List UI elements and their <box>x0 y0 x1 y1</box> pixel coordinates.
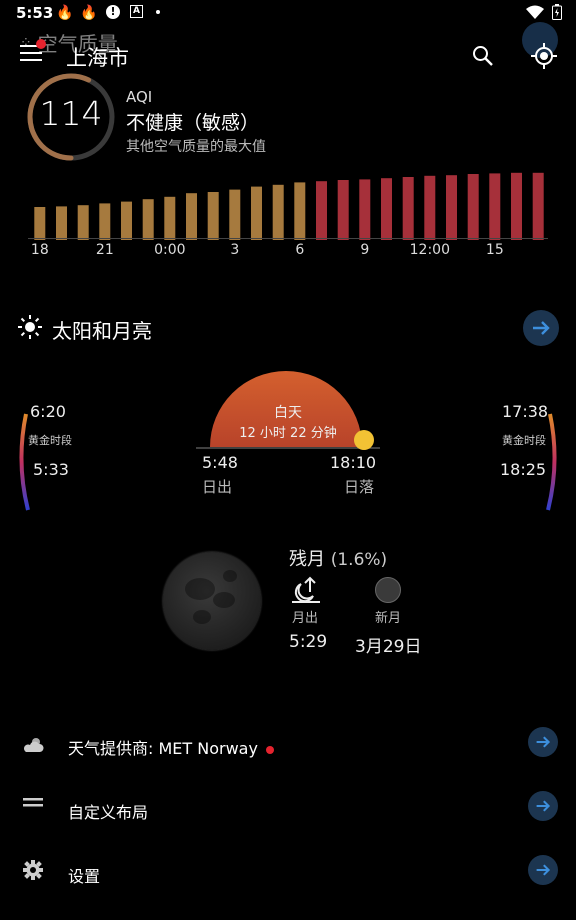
aqi-tick-label: 21 <box>95 242 114 258</box>
new-moon-icon <box>375 577 401 603</box>
settings-gear-icon <box>23 860 43 880</box>
aqi-bar <box>359 179 371 240</box>
settings-arrow[interactable] <box>528 855 558 885</box>
provider-alert-dot <box>265 745 274 754</box>
sun-panel: 6:20 黄金时段 5:33 17:38 黄金时段 18:25 白天 12 小时… <box>0 360 576 520</box>
custom-layout-label: 自定义布局 <box>68 803 149 822</box>
aqi-bar <box>251 186 262 240</box>
aqi-tick-label: 9 <box>360 242 370 258</box>
chart-axis <box>28 238 548 239</box>
aqi-bar <box>294 182 306 240</box>
chart-ticks: 18 21 0:00 3 6 9 12:00 15 <box>0 242 576 262</box>
sun-icon <box>18 315 42 339</box>
aqi-bar <box>186 193 197 240</box>
aqi-bar <box>316 181 327 240</box>
aqi-bar <box>229 189 241 240</box>
city-title: 上海市 <box>66 46 129 70</box>
status-time: 5:53 <box>16 4 54 22</box>
moon-phase-row: 残月 (1.6%) <box>289 545 387 571</box>
arrow-right-icon <box>536 800 551 812</box>
dot-icon <box>156 10 160 14</box>
new-moon-label: 新月 <box>375 611 402 626</box>
arrow-right-icon <box>533 321 550 335</box>
aqi-bar <box>207 192 219 240</box>
sun-moon-title: 太阳和月亮 <box>52 319 152 343</box>
golden-left-top: 6:20 <box>30 402 66 421</box>
aqi-bar <box>467 174 479 240</box>
aqi-bar <box>56 206 67 240</box>
aqi-bar <box>446 175 457 240</box>
aqi-bar <box>381 178 392 240</box>
menu-button[interactable] <box>20 39 46 63</box>
alert-icon: ! <box>106 5 120 19</box>
aqi-bar <box>337 180 349 240</box>
moonrise-icon <box>292 576 320 603</box>
sunrise-time: 5:48 <box>202 453 238 472</box>
aqi-label: AQI <box>126 88 153 106</box>
fire-icon: 🔥 <box>56 5 74 21</box>
golden-right-top: 17:38 <box>502 402 549 421</box>
aqi-description: 其他空气质量的最大值 <box>126 139 266 155</box>
sunrise-label: 日出 <box>202 478 233 496</box>
daytime-label: 白天 <box>274 405 302 421</box>
arrow-right-icon <box>536 736 551 748</box>
moon-image <box>163 552 261 650</box>
moon-phase: 残月 <box>289 549 325 570</box>
moonrise-label: 月出 <box>292 611 319 626</box>
settings-label: 设置 <box>68 867 101 886</box>
aqi-tick-label: 12:00 <box>409 242 451 258</box>
a-icon: A <box>130 5 143 18</box>
aqi-tick-label: 18 <box>30 242 49 258</box>
battery-icon <box>552 4 562 20</box>
aqi-bar <box>489 173 501 240</box>
aqi-value: 114 <box>39 94 103 133</box>
aqi-bar <box>272 184 284 240</box>
daytime-duration: 12 小时 22 分钟 <box>239 426 337 441</box>
weather-provider-row[interactable]: 天气提供商: MET Norway <box>0 725 576 765</box>
sunset-time: 18:10 <box>330 453 377 472</box>
wifi-icon <box>526 5 544 19</box>
search-icon[interactable] <box>471 44 495 68</box>
aqi-bar <box>77 205 89 240</box>
aqi-bar <box>142 199 154 240</box>
weather-provider-arrow[interactable] <box>528 727 558 757</box>
golden-left-label: 黄金时段 <box>28 434 72 447</box>
notification-dot <box>36 39 46 49</box>
sun-moon-header: 太阳和月亮 <box>18 310 559 346</box>
golden-right-bottom: 18:25 <box>500 460 547 479</box>
custom-layout-row[interactable]: 自定义布局 <box>0 789 576 829</box>
sun-moon-open-button[interactable] <box>523 310 559 346</box>
aqi-bar <box>511 172 522 240</box>
aqi-bar <box>424 175 436 240</box>
aqi-bar <box>121 201 132 240</box>
moon-illumination: (1.6%) <box>330 550 388 570</box>
sun-position-icon <box>354 430 374 450</box>
aqi-bar <box>164 196 176 240</box>
location-icon[interactable] <box>530 42 558 70</box>
aqi-bar <box>99 203 111 240</box>
aqi-hourly-chart <box>34 172 544 240</box>
aqi-tick-label: 0:00 <box>154 242 186 258</box>
fire-icon: 🔥 <box>80 5 98 21</box>
new-moon-date: 3月29日 <box>355 637 422 657</box>
aqi-status: 不健康（敏感） <box>126 112 260 134</box>
golden-left-bottom: 5:33 <box>33 460 69 479</box>
golden-right-label: 黄金时段 <box>502 434 546 447</box>
status-bar: 5:53 🔥 🔥 ! A <box>0 0 576 28</box>
cloud-sun-icon <box>23 738 44 752</box>
aqi-bar <box>532 172 544 240</box>
aqi-tick-label: 15 <box>485 242 504 258</box>
custom-layout-arrow[interactable] <box>528 791 558 821</box>
settings-row[interactable]: 设置 <box>0 853 576 893</box>
aqi-tick-label: 3 <box>230 242 240 258</box>
aqi-bar <box>402 177 414 240</box>
arrow-right-icon <box>536 864 551 876</box>
aqi-tick-label: 6 <box>295 242 305 258</box>
sunset-label: 日落 <box>344 478 375 496</box>
moonrise-time: 5:29 <box>289 632 328 652</box>
aqi-bar <box>34 207 46 240</box>
layout-icon <box>23 798 43 807</box>
weather-provider-label: 天气提供商: MET Norway <box>68 735 274 759</box>
